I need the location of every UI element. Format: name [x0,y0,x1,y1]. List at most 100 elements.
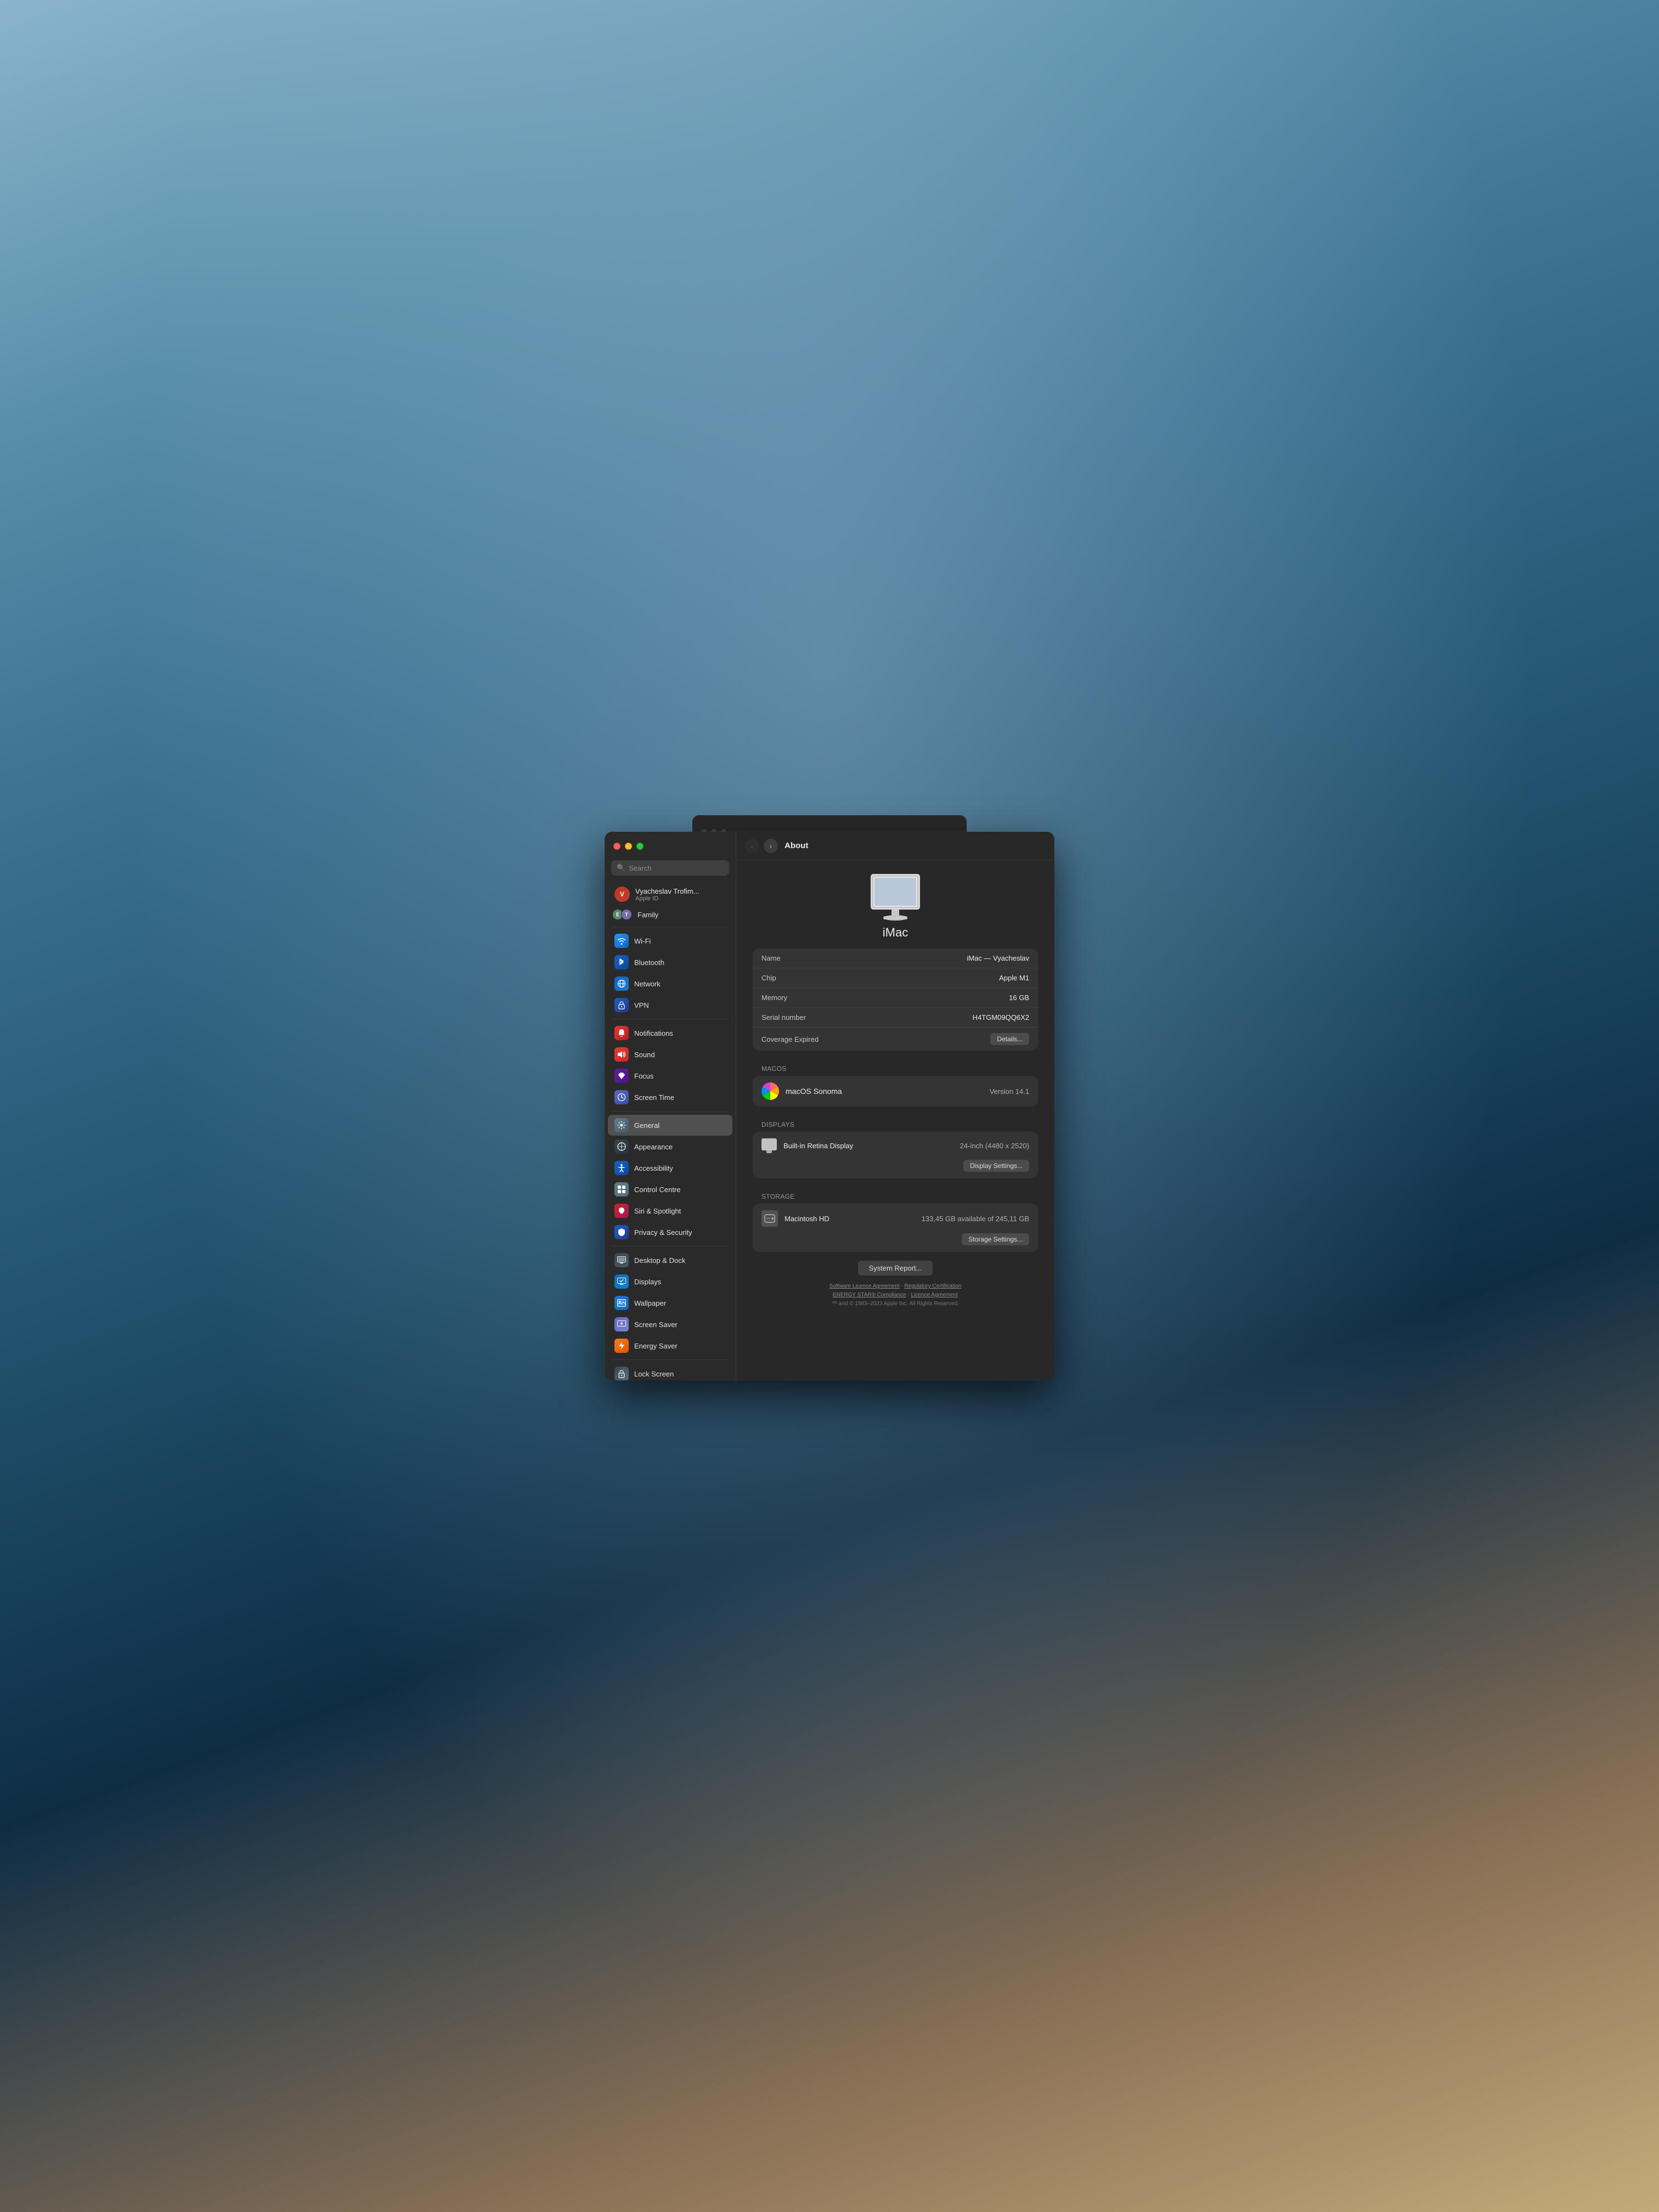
sidebar-scroll: V Vyacheslav Trofim... Apple ID E T Fami… [605,881,736,1380]
chip-value: Apple M1 [999,974,1029,982]
serial-value: H4TGM09QQ6X2 [973,1013,1029,1022]
user-subtitle: Apple ID [635,895,699,902]
regulatory-link[interactable]: Regulatory Certification [904,1283,961,1289]
siri-icon [614,1204,629,1218]
macos-name: macOS Sonoma [786,1087,842,1096]
page-title: About [785,841,808,850]
sidebar-item-privacy[interactable]: Privacy & Security [608,1222,732,1243]
general-icon [614,1118,629,1132]
sidebar-item-vpn[interactable]: VPN [608,995,732,1015]
sidebar-item-siri[interactable]: Siri & Spotlight [608,1200,732,1221]
serial-label: Serial number [761,1013,806,1022]
bluetooth-icon [614,955,629,969]
system-settings-window: 🔍 Search V Vyacheslav Trofim... Apple ID… [605,832,1054,1380]
sidebar-item-focus[interactable]: Focus [608,1065,732,1086]
lockscreen-icon [614,1367,629,1380]
bluetooth-label: Bluetooth [634,958,664,967]
sidebar-item-displays[interactable]: Displays [608,1271,732,1292]
display-icon-container [761,1138,777,1153]
macos-version: Version 14.1 [990,1087,1029,1096]
family-avatars: E T [614,909,632,920]
sidebar-item-controlcentre[interactable]: Control Centre [608,1179,732,1200]
back-button[interactable]: ‹ [745,839,759,853]
licence-agreement-link[interactable]: Licence Agreement [911,1292,958,1298]
display-stand [766,1150,772,1153]
general-label: General [634,1121,659,1130]
appearance-icon [614,1139,629,1154]
displays-section-header: Displays [753,1115,1038,1132]
window-container: 🔍 Search V Vyacheslav Trofim... Apple ID… [605,832,1054,1380]
sidebar-item-wallpaper[interactable]: Wallpaper [608,1293,732,1313]
close-button[interactable] [613,843,620,850]
info-row-chip: Chip Apple M1 [753,968,1038,988]
macos-section: macOS Sonoma Version 14.1 [753,1076,1038,1107]
search-placeholder: Search [629,864,651,872]
footer-line-3: ™ and © 1983–2023 Apple Inc. All Rights … [753,1300,1038,1308]
imac-svg [862,871,928,923]
macos-section-header: macOS [753,1059,1038,1076]
display-name: Built-in Retina Display [783,1142,853,1150]
system-report-button[interactable]: System Report... [858,1261,933,1276]
privacy-icon [614,1225,629,1239]
sidebar-item-notifications[interactable]: Notifications [608,1023,732,1043]
macos-left: macOS Sonoma [761,1082,842,1100]
energysaver-label: Energy Saver [634,1342,678,1350]
info-section-system: Name iMac — Vyacheslav Chip Apple M1 Mem… [753,949,1038,1051]
storage-section-header: Storage [753,1187,1038,1204]
wallpaper-label: Wallpaper [634,1299,666,1307]
storage-settings-button[interactable]: Storage Settings... [962,1233,1029,1245]
storage-section: Macintosh HD 133,45 GB available of 245,… [753,1204,1038,1252]
sidebar-item-energysaver[interactable]: Energy Saver [608,1335,732,1356]
fullscreen-button[interactable] [636,843,644,850]
displays-icon [614,1274,629,1289]
software-licence-link[interactable]: Software Licence Agreement [830,1283,900,1289]
screentime-icon [614,1090,629,1104]
sidebar-item-general[interactable]: General [608,1115,732,1136]
sidebar-item-family[interactable]: E T Family [608,906,732,923]
sidebar-item-screentime[interactable]: Screen Time [608,1087,732,1108]
sidebar-item-lockscreen[interactable]: Lock Screen [608,1363,732,1380]
energy-star-link[interactable]: ENERGY STAR® Compliance [833,1292,906,1298]
info-row-serial: Serial number H4TGM09QQ6X2 [753,1007,1038,1027]
search-icon: 🔍 [617,864,625,872]
accessibility-icon [614,1161,629,1175]
sidebar-item-appearance[interactable]: Appearance [608,1136,732,1157]
sidebar-item-apple-id[interactable]: V Vyacheslav Trofim... Apple ID [608,883,732,905]
sidebar-item-bluetooth[interactable]: Bluetooth [608,952,732,973]
display-icon [761,1138,777,1150]
hdd-icon [761,1210,778,1227]
system-report-container: System Report... [753,1261,1038,1276]
info-row-coverage: Coverage Expired Details... [753,1027,1038,1051]
separator-5 [611,1359,729,1360]
desktop-label: Desktop & Dock [634,1256,685,1265]
screensaver-icon [614,1317,629,1331]
forward-button[interactable]: › [764,839,778,853]
macos-logo [761,1082,779,1100]
accessibility-label: Accessibility [634,1164,673,1172]
sidebar-item-wifi[interactable]: Wi-Fi [608,930,732,951]
chip-label: Chip [761,974,776,982]
sidebar-item-network[interactable]: Network [608,973,732,994]
storage-settings-container: Storage Settings... [753,1233,1038,1252]
notifications-label: Notifications [634,1029,673,1037]
content-titlebar: ‹ › About [736,832,1054,860]
vpn-icon [614,998,629,1012]
sidebar-item-desktop[interactable]: Desktop & Dock [608,1250,732,1271]
desktop-icon [614,1253,629,1267]
sidebar-item-accessibility[interactable]: Accessibility [608,1158,732,1178]
focus-icon [614,1069,629,1083]
display-settings-button[interactable]: Display Settings... [963,1160,1029,1172]
sidebar-item-screensaver[interactable]: Screen Saver [608,1314,732,1335]
sound-label: Sound [634,1051,655,1059]
search-bar[interactable]: 🔍 Search [611,860,729,876]
sidebar-item-sound[interactable]: Sound [608,1044,732,1065]
controlcentre-icon [614,1182,629,1197]
details-button[interactable]: Details... [990,1033,1029,1045]
screensaver-label: Screen Saver [634,1321,678,1329]
macos-row: macOS Sonoma Version 14.1 [753,1076,1038,1107]
minimize-button[interactable] [625,843,632,850]
footer-line-2: ENERGY STAR® Compliance - Licence Agreem… [753,1291,1038,1300]
family-avatar-2: T [621,909,632,920]
footer-line-1: Software Licence Agreement - Regulatory … [753,1282,1038,1291]
storage-name: Macintosh HD [785,1215,830,1223]
